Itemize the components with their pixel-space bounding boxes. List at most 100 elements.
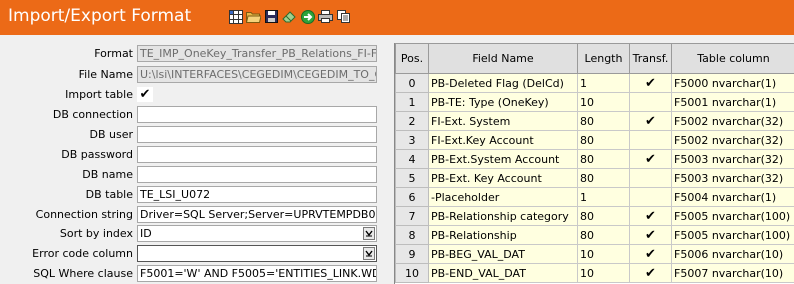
row-pos-cell[interactable]: 9 (395, 244, 429, 264)
row-table-column-cell[interactable]: F5000 nvarchar(1) (671, 73, 794, 93)
row-length-cell[interactable]: 1 (577, 187, 630, 207)
row-table-column-cell[interactable]: F5003 nvarchar(32) (671, 149, 794, 169)
row-pos-cell[interactable]: 3 (395, 130, 429, 150)
row-length-cell[interactable]: 80 (577, 225, 630, 245)
column-header-pos[interactable]: Pos. (395, 43, 429, 74)
row-table-column-cell[interactable]: F5007 nvarchar(10) (671, 263, 794, 283)
row-field-name-cell[interactable]: PB-Ext.System Account (428, 149, 578, 169)
row-table-column-cell[interactable]: F5004 nvarchar(1) (671, 187, 794, 207)
import-table-label: Import table (65, 88, 133, 101)
row-length-cell[interactable]: 10 (577, 92, 630, 112)
row-field-name-cell[interactable]: FI-Ext.Key Account (428, 130, 578, 150)
row-pos-cell[interactable]: 6 (395, 187, 429, 207)
row-pos-cell[interactable]: 1 (395, 92, 429, 112)
table-row[interactable]: 7 PB-Relationship category 80 ✔ F5005 nvarch… (395, 206, 794, 226)
print-icon[interactable] (318, 9, 333, 24)
column-header-field-name[interactable]: Field Name (428, 43, 578, 74)
db-user-field[interactable] (137, 126, 377, 143)
row-field-name-cell[interactable]: -Placeholder (428, 187, 578, 207)
copy-icon[interactable] (336, 9, 351, 24)
db-connection-field[interactable] (137, 106, 377, 123)
row-transf-cell[interactable] (629, 130, 672, 150)
row-transf-cell[interactable]: ✔ (629, 263, 672, 283)
row-transf-cell[interactable] (629, 187, 672, 207)
table-row[interactable]: 1 PB-TE: Type (OneKey) 10 F5001 nvarchar(1) (395, 92, 794, 112)
table-row[interactable]: 0 PB-Deleted Flag (DelCd) 1 ✔ F5000 nvarchar… (395, 73, 794, 93)
go-arrow-icon[interactable] (300, 9, 315, 24)
row-length-cell[interactable]: 80 (577, 168, 630, 188)
chevron-down-icon[interactable] (363, 227, 375, 240)
row-length-cell[interactable]: 80 (577, 206, 630, 226)
row-pos-cell[interactable]: 8 (395, 225, 429, 245)
row-table-column-cell[interactable]: F5005 nvarchar(100) (671, 206, 794, 226)
row-transf-cell[interactable]: ✔ (629, 244, 672, 264)
row-transf-cell[interactable]: ✔ (629, 206, 672, 226)
row-field-name-cell[interactable]: PB-TE: Type (OneKey) (428, 92, 578, 112)
row-pos-cell[interactable]: 10 (395, 263, 429, 283)
row-length-cell[interactable]: 1 (577, 73, 630, 93)
row-table-column-cell[interactable]: F5003 nvarchar(32) (671, 168, 794, 188)
db-password-row: DB password (0, 145, 392, 165)
row-field-name-cell[interactable]: PB-Relationship (428, 225, 578, 245)
file-name-field[interactable]: U:\lsi\INTERFACES\CEGEDIM\CEGEDIM_TO_CRM (137, 66, 377, 83)
open-folder-icon[interactable] (246, 9, 261, 24)
row-table-column-cell[interactable]: F5002 nvarchar(32) (671, 130, 794, 150)
row-field-name-cell[interactable]: PB-END_VAL_DAT (428, 263, 578, 283)
row-transf-cell[interactable]: ✔ (629, 149, 672, 169)
eraser-icon[interactable] (282, 9, 297, 24)
row-table-column-cell[interactable]: F5006 nvarchar(10) (671, 244, 794, 264)
row-pos-cell[interactable]: 0 (395, 73, 429, 93)
row-table-column-cell[interactable]: F5001 nvarchar(1) (671, 92, 794, 112)
row-field-name-cell[interactable]: PB-BEG_VAL_DAT (428, 244, 578, 264)
error-code-column-row: Error code column (0, 244, 392, 264)
column-header-transf[interactable]: Transf. (629, 43, 672, 74)
sort-by-index-select[interactable]: ID (137, 225, 377, 242)
chevron-down-icon[interactable] (363, 247, 375, 260)
table-row[interactable]: 2 FI-Ext. System 80 ✔ F5002 nvarchar(32) (395, 111, 794, 131)
row-transf-cell[interactable]: ✔ (629, 225, 672, 245)
table-row[interactable]: 10 PB-END_VAL_DAT 10 ✔ F5007 nvarchar(10) (395, 263, 794, 283)
column-header-table-column[interactable]: Table column (671, 43, 794, 74)
row-field-name-cell[interactable]: PB-Ext. Key Account (428, 168, 578, 188)
row-pos-cell[interactable]: 4 (395, 149, 429, 169)
format-field[interactable]: TE_IMP_OneKey_Transfer_PB_Relations_FI-F… (137, 45, 377, 62)
row-field-name-cell[interactable]: PB-Relationship category (428, 206, 578, 226)
db-password-label: DB password (61, 148, 133, 161)
table-row[interactable]: 3 FI-Ext.Key Account 80 F5002 nvarchar(32) (395, 130, 794, 150)
import-table-checkbox[interactable]: ✔ (137, 87, 153, 102)
table-row[interactable]: 8 PB-Relationship 80 ✔ F5005 nvarchar(100) (395, 225, 794, 245)
row-field-name-cell[interactable]: PB-Deleted Flag (DelCd) (428, 73, 578, 93)
row-length-cell[interactable]: 80 (577, 111, 630, 131)
sql-where-field[interactable]: F5001='W' AND F5005='ENTITIES_LINK.WDE.D… (137, 265, 377, 282)
table-row[interactable]: 4 PB-Ext.System Account 80 ✔ F5003 nvarchar(… (395, 149, 794, 169)
error-code-column-select[interactable] (137, 245, 377, 262)
row-transf-cell[interactable] (629, 168, 672, 188)
save-icon[interactable] (264, 9, 279, 24)
table-row[interactable]: 5 PB-Ext. Key Account 80 F5003 nvarchar(32) (395, 168, 794, 188)
row-table-column-cell[interactable]: F5005 nvarchar(100) (671, 225, 794, 245)
connection-string-field[interactable]: Driver=SQL Server;Server=UPRVTEMPDB01;Da… (137, 206, 377, 223)
row-field-name-cell[interactable]: FI-Ext. System (428, 111, 578, 131)
row-length-cell[interactable]: 10 (577, 263, 630, 283)
db-name-field[interactable] (137, 166, 377, 183)
sort-by-index-row: Sort by index ID (0, 224, 392, 244)
column-header-length[interactable]: Length (577, 43, 630, 74)
row-length-cell[interactable]: 10 (577, 244, 630, 264)
db-password-field[interactable] (137, 146, 377, 163)
row-pos-cell[interactable]: 7 (395, 206, 429, 226)
row-length-cell[interactable]: 80 (577, 149, 630, 169)
table-row[interactable]: 6 -Placeholder 1 F5004 nvarchar(1) (395, 187, 794, 207)
db-table-row: DB table TE_LSI_U072 (0, 185, 392, 205)
import-table-row: Import table ✔ (0, 85, 392, 105)
row-transf-cell[interactable] (629, 92, 672, 112)
row-table-column-cell[interactable]: F5002 nvarchar(32) (671, 111, 794, 131)
row-pos-cell[interactable]: 5 (395, 168, 429, 188)
row-transf-cell[interactable]: ✔ (629, 111, 672, 131)
sql-where-label: SQL Where clause (33, 267, 133, 280)
db-table-field[interactable]: TE_LSI_U072 (137, 186, 377, 203)
grid-icon[interactable] (228, 9, 243, 24)
row-transf-cell[interactable]: ✔ (629, 73, 672, 93)
row-pos-cell[interactable]: 2 (395, 111, 429, 131)
table-row[interactable]: 9 PB-BEG_VAL_DAT 10 ✔ F5006 nvarchar(10) (395, 244, 794, 264)
row-length-cell[interactable]: 80 (577, 130, 630, 150)
